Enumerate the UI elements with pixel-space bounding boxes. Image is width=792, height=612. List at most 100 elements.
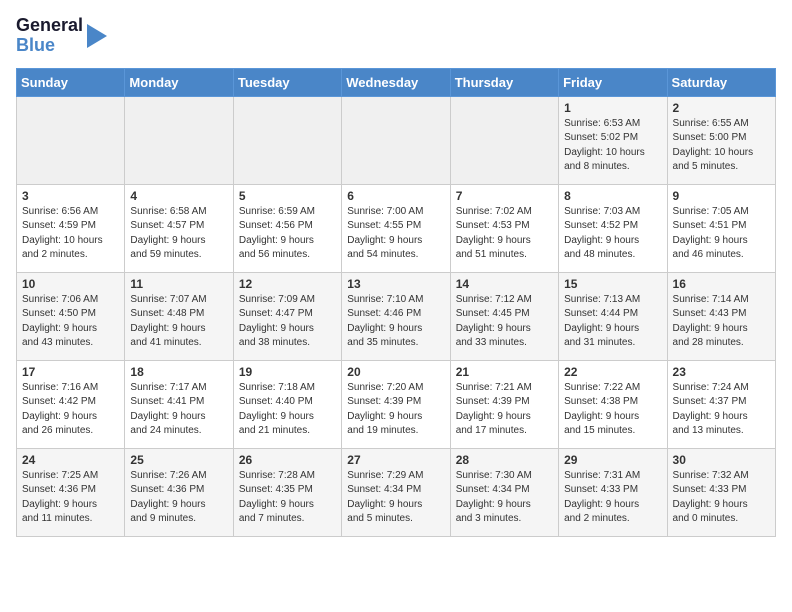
logo-container: General Blue: [16, 16, 109, 56]
calendar-cell: 6Sunrise: 7:00 AM Sunset: 4:55 PM Daylig…: [342, 184, 450, 272]
day-number: 23: [673, 365, 770, 379]
calendar-cell: 9 Sunrise: 7:05 AM Sunset: 4:51 PM Daylig…: [667, 184, 775, 272]
day-info: Sunrise: 7:18 AM Sunset: 4:40 PM Dayligh…: [239, 381, 336, 439]
calendar-cell: 28 Sunrise: 7:30 AM Sunset: 4:34 PM Dayli…: [450, 448, 558, 536]
day-number: 2: [673, 101, 770, 115]
day-number: 11: [130, 277, 227, 291]
day-info: Sunrise: 7:10 AM Sunset: 4:46 PM Dayligh…: [347, 293, 444, 351]
calendar-cell: 25Sunrise: 7:26 AM Sunset: 4:36 PM Dayli…: [125, 448, 233, 536]
day-number: 20: [347, 365, 444, 379]
day-number: 21: [456, 365, 553, 379]
day-number: 22: [564, 365, 661, 379]
day-number: 17: [22, 365, 119, 379]
day-number: 12: [239, 277, 336, 291]
day-headers-row: SundayMondayTuesdayWednesdayThursdayFrid…: [17, 68, 776, 96]
day-number: 5: [239, 189, 336, 203]
calendar-week-1: 1 Sunrise: 6:53 AM Sunset: 5:02 PM Daylig…: [17, 96, 776, 184]
day-info: Sunrise: 6:58 AM Sunset: 4:57 PM Dayligh…: [130, 205, 227, 263]
calendar-cell: 16 Sunrise: 7:14 AM Sunset: 4:43 PM Dayli…: [667, 272, 775, 360]
calendar-cell: 26 Sunrise: 7:28 AM Sunset: 4:35 PM Dayli…: [233, 448, 341, 536]
day-info: Sunrise: 6:59 AM Sunset: 4:56 PM Dayligh…: [239, 205, 336, 263]
calendar-cell: [125, 96, 233, 184]
calendar-cell: 23Sunrise: 7:24 AM Sunset: 4:37 PM Dayli…: [667, 360, 775, 448]
day-info: Sunrise: 7:17 AM Sunset: 4:41 PM Dayligh…: [130, 381, 227, 439]
calendar-cell: 5 Sunrise: 6:59 AM Sunset: 4:56 PM Daylig…: [233, 184, 341, 272]
day-number: 26: [239, 453, 336, 467]
day-header-wednesday: Wednesday: [342, 68, 450, 96]
calendar-cell: 27 Sunrise: 7:29 AM Sunset: 4:34 PM Dayli…: [342, 448, 450, 536]
calendar-cell: 24 Sunrise: 7:25 AM Sunset: 4:36 PM Dayli…: [17, 448, 125, 536]
calendar-cell: [450, 96, 558, 184]
day-info: Sunrise: 7:09 AM Sunset: 4:47 PM Dayligh…: [239, 293, 336, 351]
calendar-cell: 15 Sunrise: 7:13 AM Sunset: 4:44 PM Dayli…: [559, 272, 667, 360]
calendar-cell: 1 Sunrise: 6:53 AM Sunset: 5:02 PM Daylig…: [559, 96, 667, 184]
calendar-cell: 11 Sunrise: 7:07 AM Sunset: 4:48 PM Dayli…: [125, 272, 233, 360]
calendar-cell: 19Sunrise: 7:18 AM Sunset: 4:40 PM Dayli…: [233, 360, 341, 448]
day-number: 24: [22, 453, 119, 467]
day-info: Sunrise: 7:20 AM Sunset: 4:39 PM Dayligh…: [347, 381, 444, 439]
calendar-body: 1 Sunrise: 6:53 AM Sunset: 5:02 PM Daylig…: [17, 96, 776, 536]
day-header-sunday: Sunday: [17, 68, 125, 96]
day-number: 27: [347, 453, 444, 467]
logo-arrow-icon: [85, 18, 109, 54]
day-info: Sunrise: 6:55 AM Sunset: 5:00 PM Dayligh…: [673, 117, 770, 175]
day-number: 1: [564, 101, 661, 115]
day-info: Sunrise: 7:30 AM Sunset: 4:34 PM Dayligh…: [456, 469, 553, 527]
logo-general-text: General: [16, 16, 83, 36]
calendar-cell: 14 Sunrise: 7:12 AM Sunset: 4:45 PM Dayli…: [450, 272, 558, 360]
day-number: 13: [347, 277, 444, 291]
day-number: 25: [130, 453, 227, 467]
day-info: Sunrise: 7:03 AM Sunset: 4:52 PM Dayligh…: [564, 205, 661, 263]
calendar-cell: 12 Sunrise: 7:09 AM Sunset: 4:47 PM Dayli…: [233, 272, 341, 360]
calendar-cell: 21Sunrise: 7:21 AM Sunset: 4:39 PM Dayli…: [450, 360, 558, 448]
day-number: 16: [673, 277, 770, 291]
calendar-cell: 10 Sunrise: 7:06 AM Sunset: 4:50 PM Dayli…: [17, 272, 125, 360]
day-number: 4: [130, 189, 227, 203]
day-header-monday: Monday: [125, 68, 233, 96]
day-number: 18: [130, 365, 227, 379]
calendar-cell: [17, 96, 125, 184]
day-number: 30: [673, 453, 770, 467]
day-info: Sunrise: 7:22 AM Sunset: 4:38 PM Dayligh…: [564, 381, 661, 439]
day-number: 9: [673, 189, 770, 203]
logo-blue-text: Blue: [16, 36, 83, 56]
day-info: Sunrise: 7:28 AM Sunset: 4:35 PM Dayligh…: [239, 469, 336, 527]
day-number: 28: [456, 453, 553, 467]
day-info: Sunrise: 7:32 AM Sunset: 4:33 PM Dayligh…: [673, 469, 770, 527]
day-header-tuesday: Tuesday: [233, 68, 341, 96]
day-info: Sunrise: 7:05 AM Sunset: 4:51 PM Dayligh…: [673, 205, 770, 263]
calendar-cell: [233, 96, 341, 184]
day-number: 15: [564, 277, 661, 291]
day-info: Sunrise: 7:14 AM Sunset: 4:43 PM Dayligh…: [673, 293, 770, 351]
calendar-cell: 7 Sunrise: 7:02 AM Sunset: 4:53 PM Daylig…: [450, 184, 558, 272]
calendar-cell: 13 Sunrise: 7:10 AM Sunset: 4:46 PM Dayli…: [342, 272, 450, 360]
day-header-thursday: Thursday: [450, 68, 558, 96]
day-info: Sunrise: 7:29 AM Sunset: 4:34 PM Dayligh…: [347, 469, 444, 527]
logo: General Blue: [16, 16, 109, 56]
calendar-week-5: 24 Sunrise: 7:25 AM Sunset: 4:36 PM Dayli…: [17, 448, 776, 536]
calendar: SundayMondayTuesdayWednesdayThursdayFrid…: [16, 68, 776, 537]
day-info: Sunrise: 7:16 AM Sunset: 4:42 PM Dayligh…: [22, 381, 119, 439]
day-info: Sunrise: 6:53 AM Sunset: 5:02 PM Dayligh…: [564, 117, 661, 175]
day-info: Sunrise: 7:02 AM Sunset: 4:53 PM Dayligh…: [456, 205, 553, 263]
calendar-cell: 17 Sunrise: 7:16 AM Sunset: 4:42 PM Dayli…: [17, 360, 125, 448]
calendar-cell: 3Sunrise: 6:56 AM Sunset: 4:59 PM Daylig…: [17, 184, 125, 272]
day-number: 7: [456, 189, 553, 203]
day-info: Sunrise: 7:12 AM Sunset: 4:45 PM Dayligh…: [456, 293, 553, 351]
day-number: 3: [22, 189, 119, 203]
day-info: Sunrise: 7:13 AM Sunset: 4:44 PM Dayligh…: [564, 293, 661, 351]
calendar-week-3: 10 Sunrise: 7:06 AM Sunset: 4:50 PM Dayli…: [17, 272, 776, 360]
day-number: 10: [22, 277, 119, 291]
calendar-week-2: 3Sunrise: 6:56 AM Sunset: 4:59 PM Daylig…: [17, 184, 776, 272]
calendar-cell: 22 Sunrise: 7:22 AM Sunset: 4:38 PM Dayli…: [559, 360, 667, 448]
day-info: Sunrise: 7:25 AM Sunset: 4:36 PM Dayligh…: [22, 469, 119, 527]
calendar-header: SundayMondayTuesdayWednesdayThursdayFrid…: [17, 68, 776, 96]
day-info: Sunrise: 7:07 AM Sunset: 4:48 PM Dayligh…: [130, 293, 227, 351]
day-header-saturday: Saturday: [667, 68, 775, 96]
day-info: Sunrise: 7:06 AM Sunset: 4:50 PM Dayligh…: [22, 293, 119, 351]
day-info: Sunrise: 7:00 AM Sunset: 4:55 PM Dayligh…: [347, 205, 444, 263]
calendar-cell: 2 Sunrise: 6:55 AM Sunset: 5:00 PM Daylig…: [667, 96, 775, 184]
calendar-cell: 18 Sunrise: 7:17 AM Sunset: 4:41 PM Dayli…: [125, 360, 233, 448]
calendar-week-4: 17 Sunrise: 7:16 AM Sunset: 4:42 PM Dayli…: [17, 360, 776, 448]
day-number: 14: [456, 277, 553, 291]
